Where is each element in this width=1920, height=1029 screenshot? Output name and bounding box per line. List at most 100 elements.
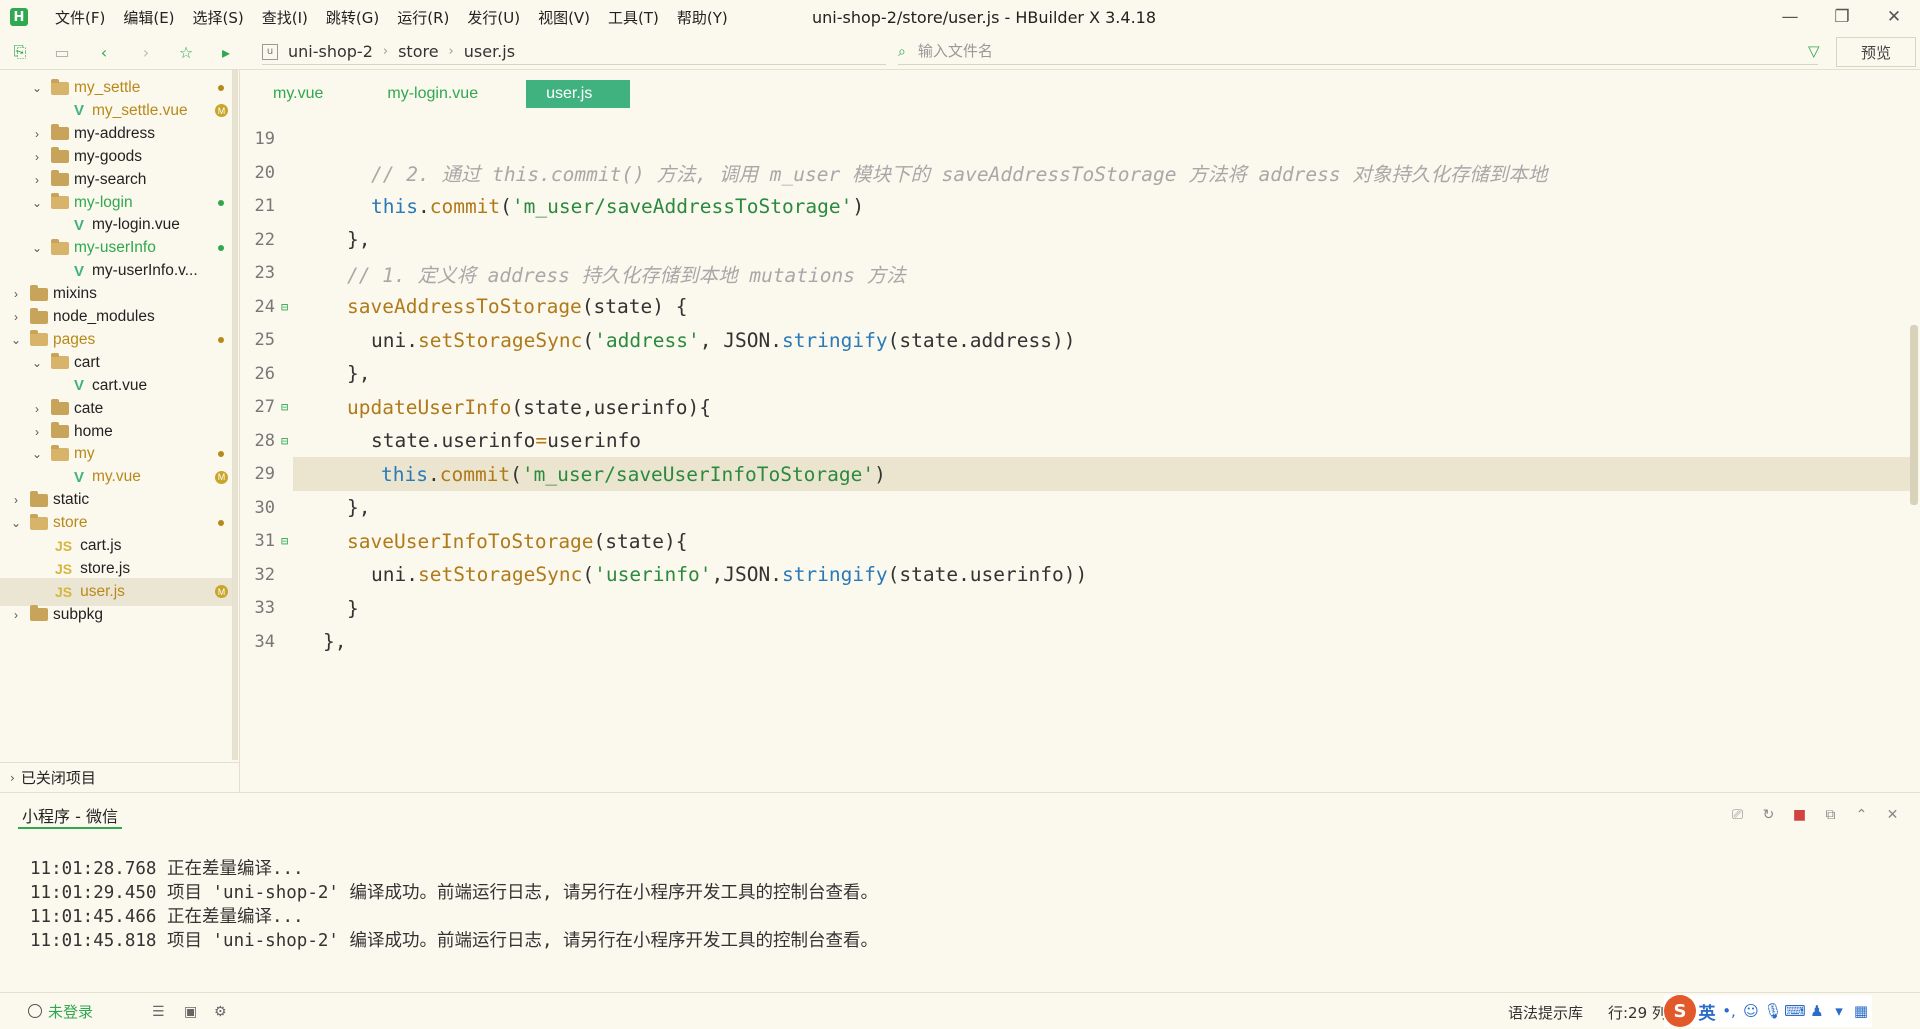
console-tab-wechat[interactable]: 小程序 - 微信 [18,803,122,829]
tab-my-vue[interactable]: my.vue [241,80,355,108]
code-line[interactable]: 22}, [241,223,1911,257]
terminal-icon[interactable]: ▣ [184,1004,197,1020]
fold-icon[interactable]: ⊟ [281,400,288,414]
chevron-right-icon[interactable]: › [31,402,43,416]
fold-icon[interactable]: ⊟ [281,534,288,548]
chevron-right-icon[interactable]: › [31,173,43,187]
code-line[interactable]: 27⊟updateUserInfo(state,userinfo){ [241,390,1911,424]
menu-help[interactable]: 帮助(Y) [668,7,737,28]
menu-run[interactable]: 运行(R) [388,7,458,28]
chevron-down-icon[interactable]: ⌄ [31,447,43,461]
chevron-right-icon[interactable]: › [31,425,43,439]
code-line[interactable]: 33} [241,591,1911,625]
chevron-right-icon[interactable]: › [10,608,22,622]
code-line[interactable]: 25uni.setStorageSync('address', JSON.str… [241,323,1911,357]
code-line[interactable]: 29this.commit('m_user/saveUserInfoToStor… [241,457,1911,491]
sidebar-scrollbar[interactable] [232,70,238,760]
code-line[interactable]: 19 [241,122,1911,156]
menu-tools[interactable]: 工具(T) [599,7,668,28]
code-line[interactable]: 28⊟state.userinfo=userinfo [241,424,1911,458]
favorite-star-icon[interactable]: ☆ [176,42,196,62]
code-token: state.userinfo [371,429,535,452]
ime-skin-icon[interactable]: ▾ [1828,1002,1850,1020]
syntax-library-button[interactable]: 语法提示库 [1508,1002,1583,1023]
breadcrumb-folder[interactable]: store [398,42,438,61]
code-token: this [371,195,418,218]
title-bar: H 文件(F) 编辑(E) 选择(S) 查找(I) 跳转(G) 运行(R) 发行… [0,0,1920,34]
outline-icon[interactable]: ☰ [152,1004,165,1020]
status-dot [218,245,224,251]
chevron-right-icon[interactable]: › [10,493,22,507]
run-icon[interactable]: ▸ [216,42,236,62]
breadcrumb-project[interactable]: uni-shop-2 [288,42,373,61]
chevron-down-icon[interactable]: ⌄ [31,241,43,255]
menu-goto[interactable]: 跳转(G) [317,7,388,28]
menu-file[interactable]: 文件(F) [46,7,114,28]
code-token: = [535,429,547,452]
chevron-down-icon[interactable]: ⌄ [10,333,22,347]
code-line[interactable]: 32uni.setStorageSync('userinfo',JSON.str… [241,558,1911,592]
chevron-right-icon: › [10,771,15,785]
minimize-button[interactable]: — [1764,0,1816,34]
chevron-right-icon[interactable]: › [31,127,43,141]
code-line[interactable]: 24⊟saveAddressToStorage(state) { [241,290,1911,324]
ime-punctuation-icon[interactable]: •, [1718,1002,1740,1020]
folder-icon [51,173,69,186]
ime-keyboard-icon[interactable]: ⌨ [1784,1002,1806,1020]
tree-item-subpkg[interactable]: ›subpkg [0,601,232,629]
console-collapse-icon[interactable]: ⌃ [1846,807,1877,823]
ime-voice-icon[interactable]: 🎙 [1762,1002,1784,1020]
console-stop-icon[interactable]: ■ [1784,807,1815,823]
code-line[interactable]: 31⊟saveUserInfoToStorage(state){ [241,524,1911,558]
code-token: }, [347,496,370,519]
menu-select[interactable]: 选择(S) [184,7,253,28]
console-clear-icon[interactable]: ⎚ [1722,807,1753,823]
fold-icon[interactable]: ⊟ [281,434,288,448]
js-file-icon: JS [55,584,72,600]
file-search-input[interactable] [918,43,1778,60]
menu-view[interactable]: 视图(V) [529,7,599,28]
code-line[interactable]: 34}, [241,625,1911,659]
closed-projects-section[interactable]: › 已关闭项目 [0,762,240,792]
sogou-ime-icon[interactable]: S [1664,995,1696,1027]
login-status[interactable]: 未登录 [28,1001,93,1022]
code-area[interactable]: 1920// 2. 通过 this.commit() 方法, 调用 m_user… [241,122,1920,782]
console-restart-icon[interactable]: ↻ [1753,807,1784,823]
chevron-down-icon[interactable]: ⌄ [31,356,43,370]
code-line[interactable]: 21this.commit('m_user/saveAddressToStora… [241,189,1911,223]
chevron-down-icon[interactable]: ⌄ [31,81,43,95]
forward-icon[interactable]: › [136,42,156,62]
breadcrumb-file[interactable]: user.js [464,42,515,61]
code-line[interactable]: 20// 2. 通过 this.commit() 方法, 调用 m_user 模… [241,156,1911,190]
ime-user-icon[interactable]: ♟ [1806,1002,1828,1020]
code-line[interactable]: 30}, [241,491,1911,525]
editor-scrollbar[interactable] [1910,325,1918,505]
chevron-right-icon[interactable]: › [10,310,22,324]
chevron-down-icon[interactable]: ⌄ [10,516,22,530]
console-close-icon[interactable]: ✕ [1877,807,1908,823]
chevron-right-icon[interactable]: › [10,287,22,301]
ime-language-toggle[interactable]: 英 [1696,999,1718,1024]
chevron-right-icon[interactable]: › [31,150,43,164]
close-button[interactable]: ✕ [1868,0,1920,34]
tab-user-js[interactable]: user.js [526,80,630,108]
back-icon[interactable]: ‹ [94,42,114,62]
code-token: commit [440,463,510,486]
console-popout-icon[interactable]: ⧉ [1815,807,1846,823]
tab-my-login-vue[interactable]: my-login.vue [355,80,510,108]
code-line[interactable]: 23// 1. 定义将 address 持久化存储到本地 mutations 方… [241,256,1911,290]
plugin-icon[interactable]: ⚙ [214,1004,227,1020]
chevron-down-icon[interactable]: ⌄ [31,196,43,210]
menu-publish[interactable]: 发行(U) [458,7,529,28]
preview-button[interactable]: 预览 [1836,37,1916,67]
fold-icon[interactable]: ⊟ [281,300,288,314]
code-line[interactable]: 26}, [241,357,1911,391]
ime-grid-icon[interactable]: ▦ [1850,1002,1872,1020]
restore-button[interactable]: ❐ [1816,0,1868,34]
save-icon[interactable]: ▭ [52,42,72,62]
menu-edit[interactable]: 编辑(E) [114,7,183,28]
new-file-icon[interactable]: ⎘ [10,42,30,62]
filter-icon[interactable]: ▽ [1808,42,1820,60]
menu-find[interactable]: 查找(I) [253,7,317,28]
ime-emoji-icon[interactable]: ☺ [1740,1002,1762,1020]
